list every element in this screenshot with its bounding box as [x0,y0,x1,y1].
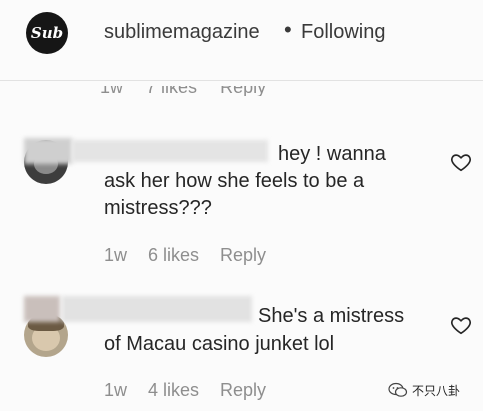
comment-text-line: ask her how she feels to be a [104,170,365,192]
redacted-avatar-area [24,296,60,322]
comment-likes[interactable]: 6 likes [148,245,199,266]
heart-icon[interactable] [450,314,472,336]
comment-text-line: hey ! wanna [278,143,386,165]
comment-text-line: of Macau casino junket lol [104,333,335,355]
following-button[interactable]: Following [301,21,385,44]
reply-button[interactable]: Reply [220,86,266,96]
reply-button[interactable]: Reply [220,380,266,401]
redacted-username [72,140,268,162]
username-link[interactable]: sublimemagazine [104,21,260,44]
comment-time: 1w [100,86,124,96]
comment-likes[interactable]: 4 likes [148,380,199,401]
heart-icon[interactable] [450,151,472,173]
comment-text-line: She's a mistress [258,305,405,327]
profile-avatar[interactable]: Sub [26,12,68,54]
separator-dot: • [284,17,292,42]
post-header: Sub sublimemagazine • Following [0,0,483,80]
comment-time: 1w [104,245,128,265]
logo-text: Sub [30,24,64,42]
watermark-text: 不只八卦 [412,383,461,398]
comment-text-line: mistress??? [104,197,212,219]
redacted-avatar-area [24,138,72,164]
previous-comment-meta: 1w 7 likes Reply [100,86,284,96]
comment-time: 1w [104,380,128,400]
watermark: 不只八卦 [388,380,460,400]
wechat-icon [388,382,408,397]
header-divider [0,80,483,81]
reply-button[interactable]: Reply [220,245,266,266]
redacted-username [62,296,252,322]
comment-likes[interactable]: 7 likes [146,86,197,96]
